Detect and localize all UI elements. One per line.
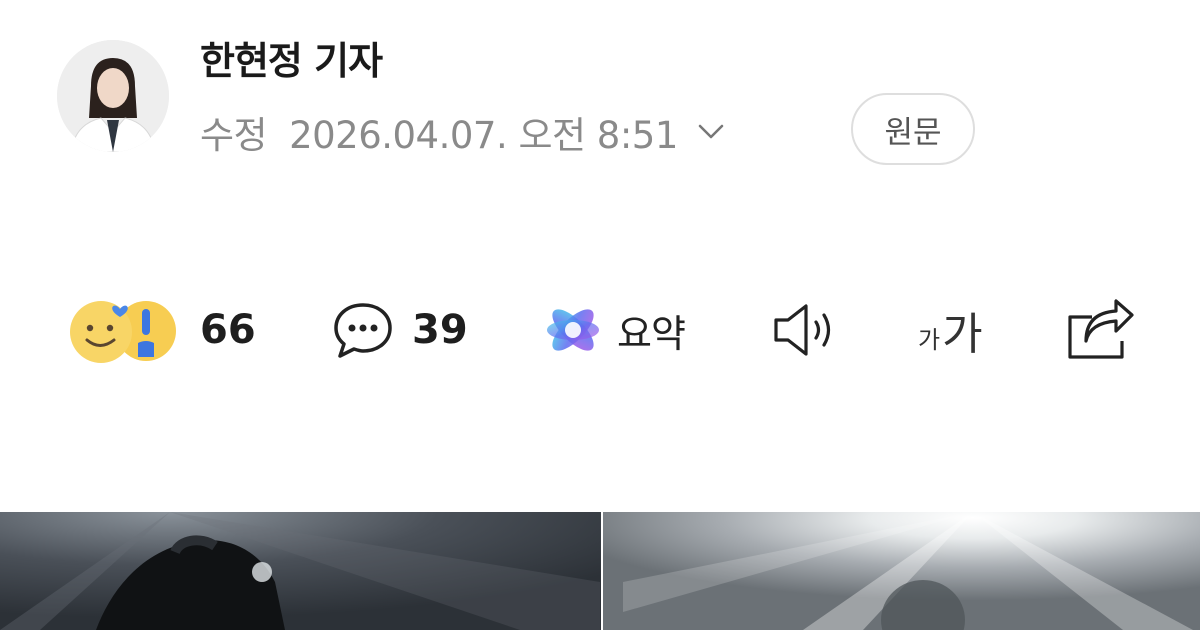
chevron-down-icon[interactable] bbox=[696, 122, 726, 142]
comment-button[interactable]: 39 bbox=[332, 290, 468, 370]
summary-label: 요약 bbox=[617, 311, 686, 356]
concert-photo-left[interactable] bbox=[0, 512, 601, 630]
concert-photo-right[interactable] bbox=[603, 512, 1200, 630]
original-article-button[interactable]: 원문 bbox=[851, 93, 975, 165]
comment-bubble-icon bbox=[334, 303, 392, 358]
share-button[interactable] bbox=[1064, 290, 1134, 370]
reporter-avatar[interactable] bbox=[57, 40, 169, 152]
listen-button[interactable] bbox=[770, 290, 840, 370]
ai-summary-icon bbox=[547, 309, 599, 351]
concert-image bbox=[603, 512, 1200, 630]
reaction-emoji-icon bbox=[70, 301, 176, 363]
summary-button[interactable]: 요약 bbox=[543, 290, 686, 370]
reaction-count: 66 bbox=[200, 307, 256, 353]
font-size-small-glyph: 가 bbox=[918, 325, 941, 354]
article-datetime: 2026.04.07. 오전 8:51 bbox=[289, 114, 678, 157]
reaction-button[interactable]: 66 bbox=[66, 290, 256, 370]
share-icon bbox=[1068, 299, 1134, 359]
author-name[interactable]: 한현정 기자 bbox=[200, 30, 383, 85]
comment-count: 39 bbox=[412, 307, 468, 353]
font-size-button[interactable]: 가 가 bbox=[918, 290, 983, 370]
edit-label: 수정 bbox=[200, 114, 268, 157]
font-size-large-glyph: 가 bbox=[942, 309, 983, 360]
avatar-portrait-icon bbox=[57, 40, 169, 152]
concert-image bbox=[0, 512, 601, 630]
speaker-icon bbox=[774, 304, 831, 356]
article-meta: 수정 2026.04.07. 오전 8:51 bbox=[200, 104, 726, 160]
